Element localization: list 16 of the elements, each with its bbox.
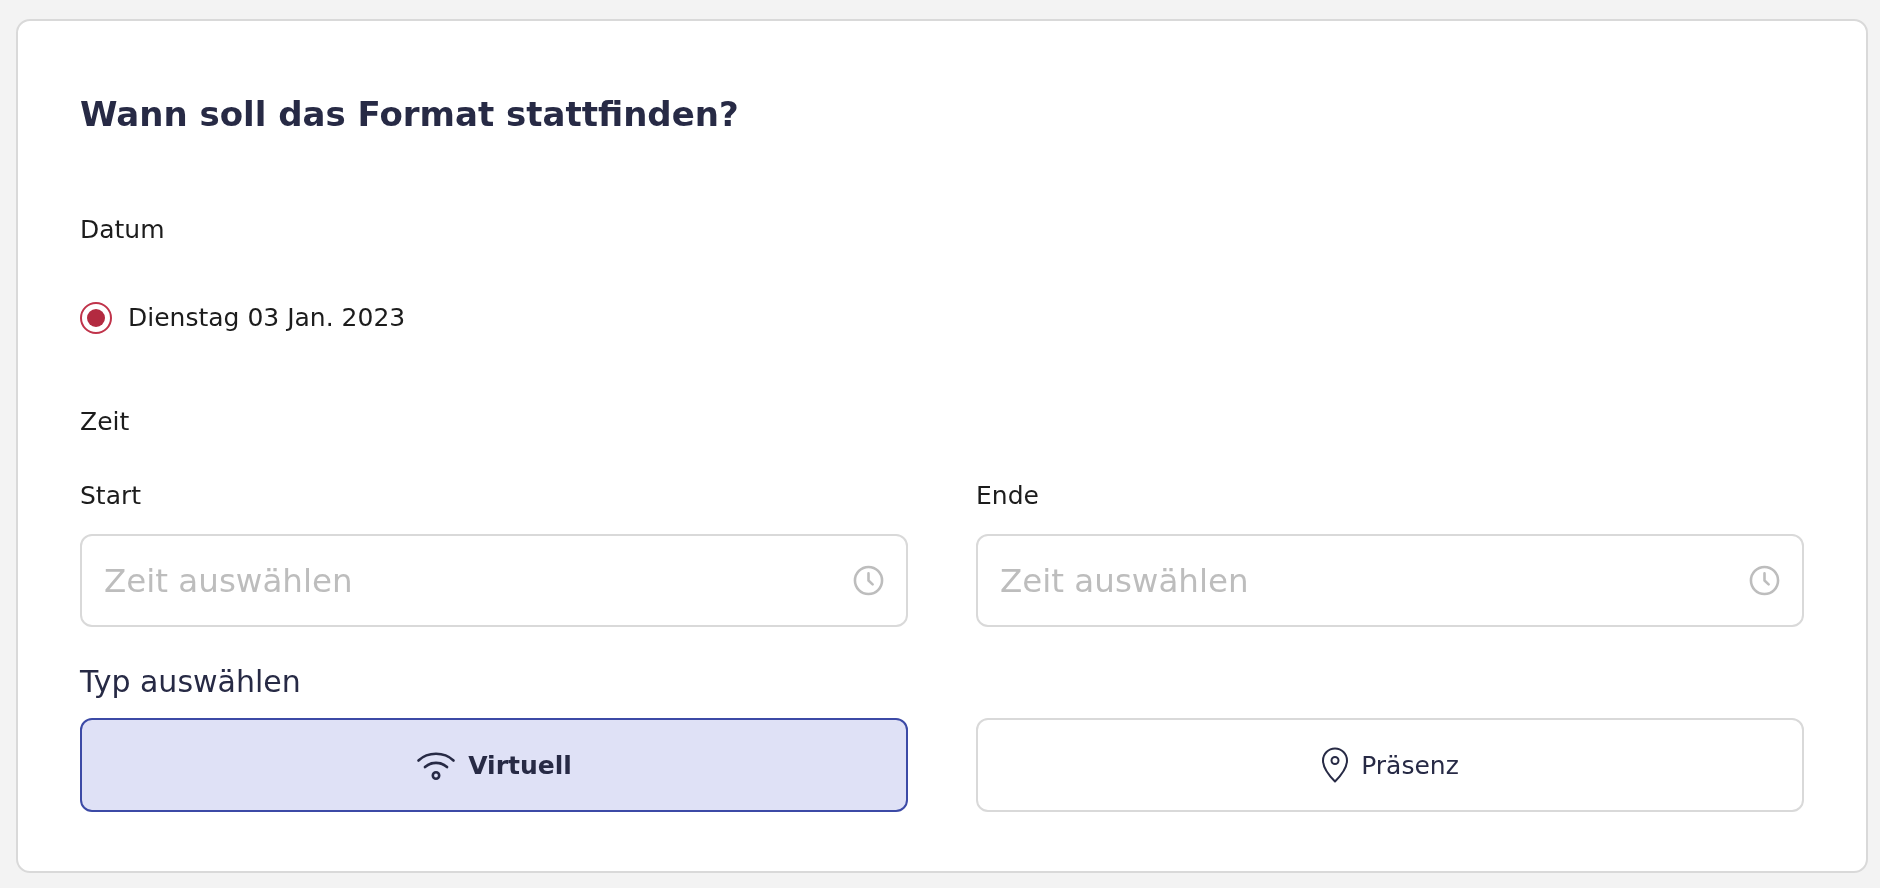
time-input-field[interactable]: Zeit auswählen — [80, 534, 908, 627]
clock-icon — [853, 565, 884, 596]
map-pin-icon — [1321, 747, 1350, 783]
field-label: Ende — [976, 480, 1039, 512]
time-input-field[interactable]: Zeit auswählen — [976, 534, 1804, 627]
type-option-button[interactable]: Präsenz — [976, 718, 1804, 812]
form-heading: Wann soll das Format stattfinden? — [80, 93, 739, 136]
date-option-label: Dienstag 03 Jan. 2023 — [128, 302, 406, 334]
clock-icon — [1749, 565, 1780, 596]
field-label: Start — [80, 480, 142, 512]
wifi-icon — [416, 749, 457, 781]
date-label: Datum — [80, 214, 165, 246]
type-label: Typ auswählen — [80, 663, 301, 701]
radio-button[interactable] — [80, 302, 112, 334]
time-label: Zeit — [80, 406, 130, 438]
type-option-button[interactable]: Virtuell — [80, 718, 908, 812]
